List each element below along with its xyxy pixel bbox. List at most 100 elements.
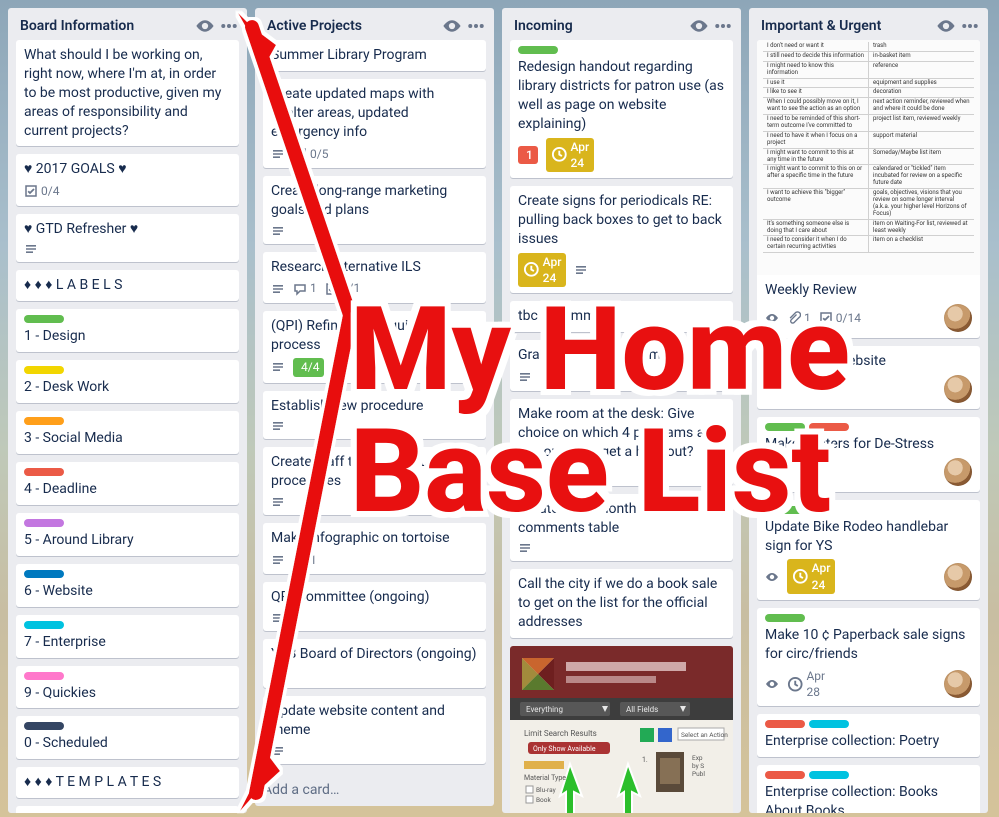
member-avatar[interactable]: [944, 375, 972, 403]
card[interactable]: 1 - Design: [16, 309, 239, 352]
label-sky[interactable]: [809, 771, 849, 779]
card[interactable]: ♥ GTD Refresher ♥: [16, 214, 239, 263]
label-blue[interactable]: [24, 570, 64, 578]
card-labels: [24, 468, 231, 476]
card-title: Redesign handout regarding library distr…: [518, 58, 725, 134]
watch-list-icon[interactable]: [936, 16, 956, 36]
card[interactable]: 9 - Quickies: [16, 666, 239, 709]
list-menu-icon[interactable]: [219, 16, 239, 36]
card-badges: [518, 541, 725, 555]
due-date-badge[interactable]: Apr 28: [787, 668, 825, 700]
label-green[interactable]: [765, 506, 805, 514]
label-green[interactable]: [24, 315, 64, 323]
watch-list-icon[interactable]: [689, 16, 709, 36]
comments-badge: 1: [293, 280, 317, 296]
list-menu-icon[interactable]: [466, 16, 486, 36]
label-pink[interactable]: [24, 672, 64, 680]
card[interactable]: tbc in summer: [510, 301, 733, 332]
card-title: Make infographic on tortoise: [271, 529, 478, 548]
card[interactable]: 7 - Enterprise: [16, 615, 239, 658]
card[interactable]: Project: [16, 806, 239, 813]
label-red[interactable]: [765, 720, 805, 728]
card-title: ♥ GTD Refresher ♥: [24, 220, 231, 239]
label-purple[interactable]: [24, 519, 64, 527]
add-card[interactable]: Add a card…: [255, 776, 494, 806]
card[interactable]: I don't need or want it trash I still ne…: [757, 40, 980, 338]
label-black[interactable]: [24, 722, 64, 730]
card[interactable]: 3 - Social Media: [16, 411, 239, 454]
list-title[interactable]: Active Projects: [265, 16, 438, 36]
label-orange[interactable]: [24, 417, 64, 425]
card[interactable]: Update Bike Rodeo handlebar sign for YSA…: [757, 500, 980, 600]
card[interactable]: 2 - Desk Work: [16, 360, 239, 403]
watch-list-icon[interactable]: [195, 16, 215, 36]
list-menu-icon[interactable]: [713, 16, 733, 36]
card-title: Weekly Review: [765, 281, 972, 300]
card[interactable]: Redesign handout regarding library distr…: [510, 40, 733, 178]
card-title: Create signs for periodicals RE: pulling…: [518, 192, 725, 249]
description-icon: [271, 360, 285, 374]
card-cover: Everything All Fields Limit Search Resul…: [510, 646, 733, 813]
card-labels: [518, 46, 725, 54]
card-title: Summer Library Program: [271, 46, 478, 65]
card[interactable]: 5 - Around Library: [16, 513, 239, 556]
card[interactable]: Grab branch code from1: [510, 340, 733, 391]
card[interactable]: Create long-range marketing goals and pl…: [263, 176, 486, 244]
member-avatar[interactable]: [944, 563, 972, 591]
card[interactable]: Establish new procedure: [263, 391, 486, 440]
due-date-badge[interactable]: Apr 24: [787, 559, 835, 593]
label-red[interactable]: [809, 423, 849, 431]
card[interactable]: Everything All Fields Limit Search Resul…: [510, 646, 733, 813]
description-icon: [574, 263, 588, 277]
list-menu-icon[interactable]: [960, 16, 980, 36]
card[interactable]: Call the city if we do a book sale to ge…: [510, 569, 733, 638]
card-cover: I don't need or want it trash I still ne…: [757, 40, 980, 275]
label-green[interactable]: [765, 423, 805, 431]
card[interactable]: Make posters for De-Stress: [757, 417, 980, 492]
svg-text:All Fields: All Fields: [626, 705, 658, 714]
card[interactable]: Create each-month reading comments table: [510, 494, 733, 562]
card[interactable]: 4 - Deadline: [16, 462, 239, 505]
card[interactable]: Make infographic on tortoise1: [263, 523, 486, 574]
label-green[interactable]: [765, 614, 805, 622]
list-title[interactable]: Incoming: [512, 16, 685, 36]
card[interactable]: Make 10 ¢ Paperback sale signs for circ/…: [757, 608, 980, 706]
card-labels: [765, 720, 972, 728]
card[interactable]: Research alternative ILS11/1: [263, 252, 486, 303]
card[interactable]: 6 - Website: [16, 564, 239, 607]
card[interactable]: Make room at the desk: Give choice on wh…: [510, 399, 733, 486]
card[interactable]: Summer Library Program: [263, 40, 486, 71]
card[interactable]: ♦ ♦ ♦ L A B E L S: [16, 270, 239, 301]
due-date-badge[interactable]: Apr 24: [518, 253, 566, 287]
card[interactable]: Create updated maps with shelter areas, …: [263, 79, 486, 168]
member-avatar[interactable]: [944, 670, 972, 698]
due-date-badge[interactable]: Apr 24: [546, 138, 594, 172]
card[interactable]: Create staff technology training procedu…: [263, 447, 486, 515]
label-green[interactable]: [518, 46, 558, 54]
card[interactable]: What should I be working on, right now, …: [16, 40, 239, 146]
label-sky[interactable]: [809, 720, 849, 728]
card[interactable]: Add SLP to website: [757, 346, 980, 409]
card[interactable]: 0 - Scheduled: [16, 716, 239, 759]
card-labels: [24, 315, 231, 323]
card[interactable]: QPI Committee (ongoing): [263, 582, 486, 631]
card[interactable]: YSB Board of Directors (ongoing): [263, 639, 486, 688]
member-avatar[interactable]: [944, 458, 972, 486]
card[interactable]: ♥ 2017 GOALS ♥0/4: [16, 154, 239, 205]
card[interactable]: Enterprise collection: Poetry: [757, 714, 980, 757]
card[interactable]: Update website content and theme: [263, 696, 486, 764]
card-badges: Apr 24: [518, 253, 725, 287]
label-red[interactable]: [765, 771, 805, 779]
comment-icon: [293, 282, 307, 296]
label-red[interactable]: [24, 468, 64, 476]
list-title[interactable]: Important & Urgent: [759, 16, 932, 36]
card[interactable]: ♦ ♦ ♦ T E M P L A T E S: [16, 767, 239, 798]
watch-list-icon[interactable]: [442, 16, 462, 36]
label-sky[interactable]: [24, 621, 64, 629]
card[interactable]: (QPI) Refine our Acquisitions process4/4: [263, 311, 486, 383]
member-avatar[interactable]: [944, 304, 972, 332]
list-title[interactable]: Board Information: [18, 16, 191, 36]
card[interactable]: Create signs for periodicals RE: pulling…: [510, 186, 733, 293]
card[interactable]: Enterprise collection: Books About Books: [757, 765, 980, 813]
label-yellow[interactable]: [24, 366, 64, 374]
